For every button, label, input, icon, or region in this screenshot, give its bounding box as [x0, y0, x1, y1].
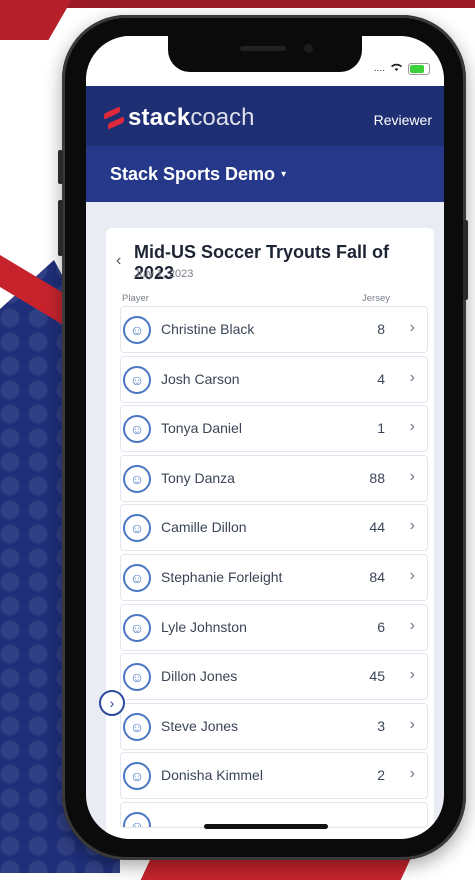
- player-name: Stephanie Forleight: [161, 568, 283, 585]
- chevron-right-icon: ›: [409, 319, 415, 336]
- chevron-right-icon: ›: [409, 765, 415, 783]
- player-name: Steve Jones: [161, 717, 239, 734]
- user-icon: ☺: [123, 365, 151, 394]
- chevron-right-icon: ›: [409, 666, 415, 684]
- player-name: Josh Carson: [161, 370, 240, 387]
- chevron-right-icon: ›: [409, 715, 415, 733]
- stack-logo-icon: [104, 107, 122, 129]
- user-icon: ☺: [123, 563, 151, 592]
- user-icon: ☺: [123, 762, 151, 791]
- phone-screen: .... stack coach Reviewer Stack Sports D…: [86, 36, 444, 839]
- chevron-right-icon[interactable]: ›: [99, 690, 125, 716]
- stackcoach-logo[interactable]: stack coach: [104, 104, 254, 132]
- battery-icon: [408, 62, 430, 75]
- logo-text-coach: coach: [190, 104, 255, 131]
- player-jersey: 3: [377, 717, 385, 734]
- player-jersey: 88: [369, 469, 385, 486]
- player-name: Donisha Kimmel: [161, 767, 263, 784]
- player-jersey: 4: [377, 370, 385, 387]
- player-name: Christine Black: [161, 321, 255, 337]
- player-list: ☺ Christine Black 8 › ☺ Josh Carson 4 › …: [120, 306, 428, 831]
- player-row[interactable]: ☺ Donisha Kimmel 2 ›: [120, 752, 428, 800]
- chevron-right-icon: ›: [409, 418, 415, 436]
- player-name: Tonya Daniel: [161, 420, 242, 437]
- column-header-player: Player: [122, 293, 149, 304]
- player-row[interactable]: ☺ Tonya Daniel 1 ›: [120, 405, 428, 453]
- signal-icon: ....: [373, 63, 385, 74]
- column-header-jersey: Jersey: [362, 293, 390, 304]
- background-top-bar: [0, 0, 475, 8]
- player-row[interactable]: ☺ Lyle Johnston 6 ›: [120, 603, 428, 651]
- player-name: Lyle Johnston: [161, 618, 247, 635]
- user-icon: ☺: [123, 514, 151, 543]
- front-camera: [304, 44, 313, 53]
- tryout-player-card: ‹ Mid-US Soccer Tryouts Fall of 2023 Jul…: [106, 228, 434, 839]
- player-jersey: 8: [377, 321, 385, 337]
- player-jersey: 6: [377, 618, 385, 635]
- background-red-wedge: [0, 0, 72, 40]
- organization-selector[interactable]: Stack Sports Demo ▾: [110, 164, 286, 185]
- speaker-grille: [240, 46, 286, 51]
- chevron-right-icon: ›: [409, 368, 415, 386]
- logo-text-stack: stack: [128, 104, 191, 131]
- user-icon: ☺: [123, 811, 151, 827]
- status-icons: ....: [374, 62, 430, 75]
- phone-side-button: [58, 150, 63, 184]
- back-chevron-icon[interactable]: ‹: [116, 252, 121, 270]
- player-jersey: 84: [369, 568, 385, 585]
- chevron-right-icon: ›: [409, 566, 415, 584]
- event-date: July 1, 2023: [134, 268, 194, 280]
- user-icon: ☺: [123, 613, 151, 642]
- user-icon: ☺: [123, 663, 151, 692]
- player-row[interactable]: ☺ Christine Black 8 ›: [120, 306, 428, 353]
- chevron-right-icon: ›: [409, 517, 415, 535]
- player-jersey: 44: [369, 519, 385, 536]
- organization-bar: Stack Sports Demo ▾: [86, 146, 444, 202]
- player-row[interactable]: ☺ Camille Dillon 44 ›: [120, 504, 428, 552]
- home-indicator: [204, 824, 328, 829]
- player-jersey: 1: [377, 420, 385, 437]
- player-name: Tony Danza: [161, 469, 235, 486]
- player-row[interactable]: ☺ Josh Carson 4 ›: [120, 355, 428, 403]
- chevron-right-icon: ›: [409, 616, 415, 634]
- reviewer-label[interactable]: Reviewer: [374, 112, 432, 128]
- phone-power-button: [463, 220, 468, 300]
- player-row[interactable]: ☺ Tony Danza 88 ›: [120, 454, 428, 502]
- app-header: stack coach Reviewer: [86, 86, 444, 146]
- phone-notch: [168, 36, 362, 72]
- player-row[interactable]: ☺ Stephanie Forleight 84 ›: [120, 553, 428, 601]
- player-jersey: 45: [369, 668, 385, 685]
- caret-down-icon: ▾: [281, 169, 287, 180]
- user-icon: ☺: [123, 712, 151, 741]
- wifi-icon: [390, 62, 403, 75]
- chevron-right-icon: ›: [409, 467, 415, 485]
- phone-side-button: [58, 200, 63, 256]
- organization-name: Stack Sports Demo: [110, 164, 276, 184]
- user-icon: ☺: [123, 316, 151, 344]
- player-row[interactable]: ☺ Steve Jones 3 ›: [120, 702, 428, 750]
- player-row[interactable]: ☺ Dillon Jones 45 ›: [120, 653, 428, 701]
- user-icon: ☺: [123, 415, 151, 444]
- player-jersey: 2: [377, 767, 385, 784]
- player-name: Dillon Jones: [161, 668, 238, 685]
- player-name: Camille Dillon: [161, 519, 247, 536]
- user-icon: ☺: [123, 464, 151, 493]
